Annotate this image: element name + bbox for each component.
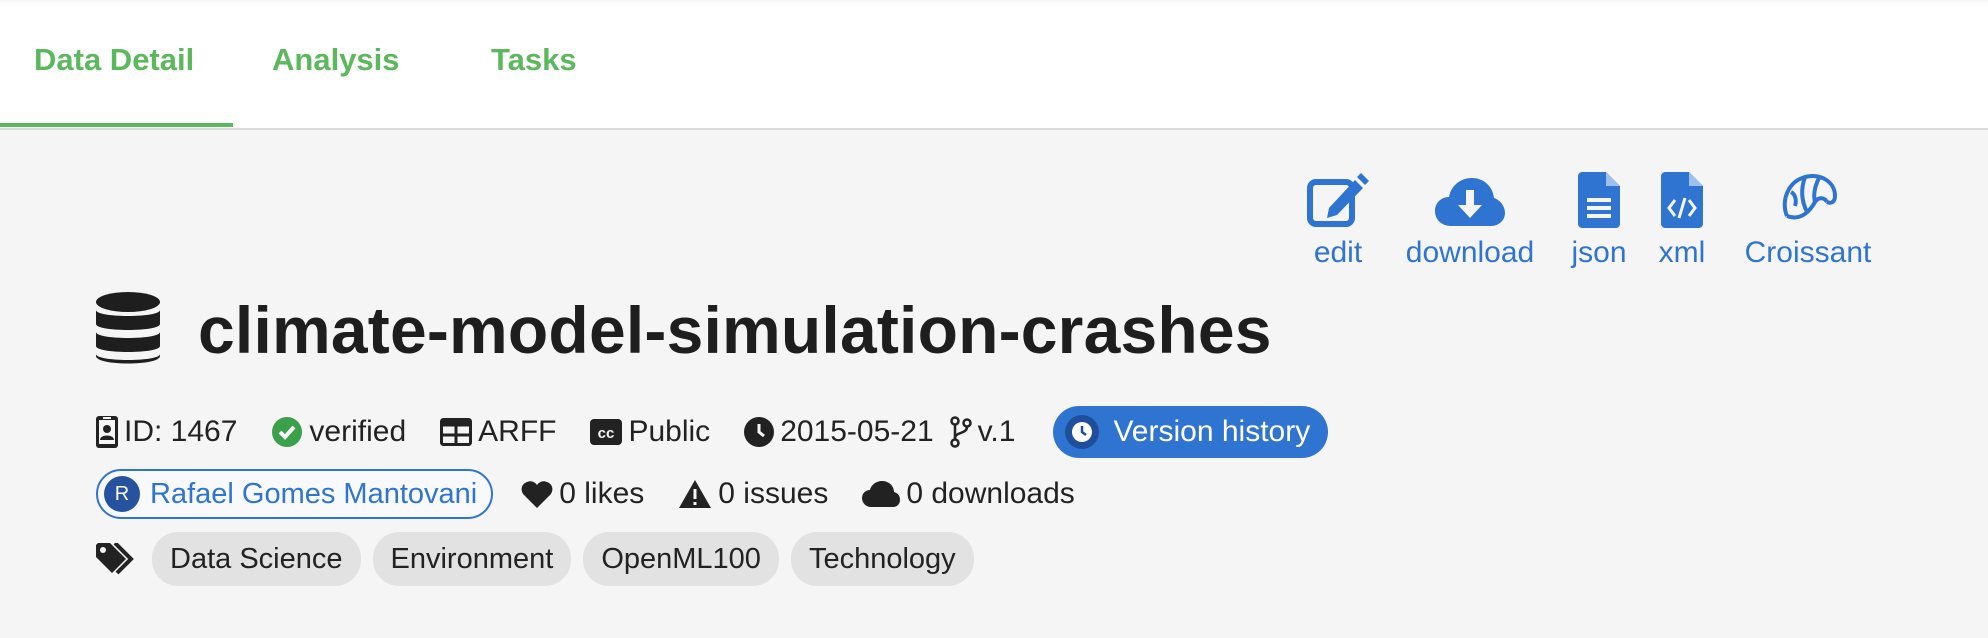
croissant-button[interactable]: Croissant xyxy=(1738,168,1878,270)
json-label: json xyxy=(1571,236,1627,269)
downloads-count: 0 downloads xyxy=(862,477,1075,511)
tag-technology[interactable]: Technology xyxy=(790,532,974,586)
xml-button[interactable]: xml xyxy=(1652,168,1712,270)
svg-text:cc: cc xyxy=(598,425,615,442)
page-title: climate-model-simulation-crashes xyxy=(198,293,1272,367)
date-text: 2015-05-21 xyxy=(780,415,934,448)
tag-openml100[interactable]: OpenML100 xyxy=(583,532,779,586)
license-text: Public xyxy=(628,415,711,448)
database-icon xyxy=(96,291,160,369)
branch-icon xyxy=(949,416,972,448)
dataset-version: v.1 xyxy=(949,415,1016,449)
download-label: download xyxy=(1405,236,1535,269)
cloud-download-icon xyxy=(1400,168,1540,228)
dataset-stats-row: R Rafael Gomes Mantovani 0 likes 0 issue… xyxy=(96,468,1109,520)
likes-count: 0 likes xyxy=(521,477,644,511)
edit-label: edit xyxy=(1313,236,1363,269)
tab-bar: Data Detail Analysis Tasks xyxy=(0,0,1988,130)
cloud-icon xyxy=(862,481,901,507)
file-text-icon xyxy=(1564,168,1634,228)
tab-data-detail[interactable]: Data Detail xyxy=(34,40,194,80)
file-code-icon xyxy=(1652,168,1712,228)
author-name: Rafael Gomes Mantovani xyxy=(150,477,478,510)
tags-icon xyxy=(96,543,134,575)
dataset-license: cc Public xyxy=(590,415,710,449)
status-text: verified xyxy=(309,415,407,448)
avatar: R xyxy=(104,476,140,512)
tab-tasks[interactable]: Tasks xyxy=(491,40,577,80)
cc-icon: cc xyxy=(590,419,623,445)
issues-text: 0 issues xyxy=(718,477,829,510)
issues-count: 0 issues xyxy=(678,477,828,511)
download-button[interactable]: download xyxy=(1400,168,1540,270)
warning-icon xyxy=(679,480,712,508)
format-text: ARFF xyxy=(478,415,557,448)
version-history-label: Version history xyxy=(1113,415,1311,448)
tab-analysis[interactable]: Analysis xyxy=(272,40,400,80)
dataset-id: ID: 1467 xyxy=(96,415,237,449)
dataset-id-text: ID: 1467 xyxy=(124,415,238,448)
croissant-label: Croissant xyxy=(1744,236,1872,269)
clock-icon xyxy=(1065,415,1100,449)
edit-button[interactable]: edit xyxy=(1298,168,1378,270)
dataset-meta-row: ID: 1467 verified ARFF cc Public 2015-05… xyxy=(96,404,1329,460)
check-circle-icon xyxy=(272,417,303,447)
dataset-date: 2015-05-21 xyxy=(744,415,934,449)
active-tab-indicator xyxy=(0,123,233,127)
author-chip[interactable]: R Rafael Gomes Mantovani xyxy=(96,469,494,519)
croissant-icon xyxy=(1738,168,1878,228)
downloads-text: 0 downloads xyxy=(906,477,1075,510)
version-text: v.1 xyxy=(977,415,1016,448)
xml-label: xml xyxy=(1658,236,1706,269)
dataset-header: climate-model-simulation-crashes xyxy=(96,290,1272,370)
tag-data-science[interactable]: Data Science xyxy=(152,532,361,586)
edit-icon xyxy=(1298,168,1378,228)
dataset-format: ARFF xyxy=(440,415,556,449)
id-card-icon xyxy=(96,416,118,448)
table-icon xyxy=(440,418,473,446)
clock-icon xyxy=(744,417,775,447)
heart-icon xyxy=(521,481,553,508)
tag-environment[interactable]: Environment xyxy=(372,532,572,586)
tags-row: Data Science Environment OpenML100 Techn… xyxy=(96,531,986,587)
version-history-button[interactable]: Version history xyxy=(1053,406,1329,458)
likes-text: 0 likes xyxy=(559,477,645,510)
status-badge: verified xyxy=(271,415,406,449)
json-button[interactable]: json xyxy=(1564,168,1634,270)
